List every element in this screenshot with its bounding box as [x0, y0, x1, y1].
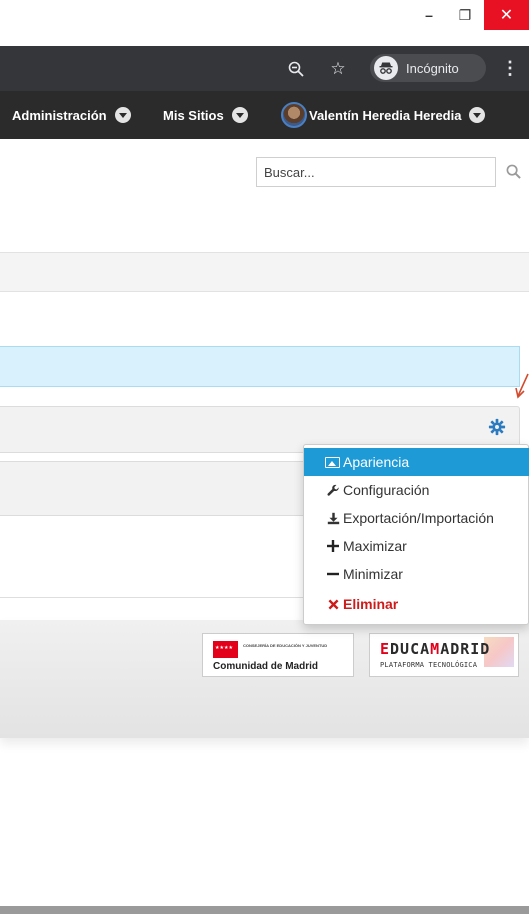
chevron-down-icon — [114, 107, 131, 123]
nav-mis-sitios-label: Mis Sitios — [163, 107, 224, 123]
menu-item-apariencia[interactable]: Apariencia — [304, 448, 529, 476]
annotation-arrow-icon — [515, 373, 529, 399]
close-icon — [325, 599, 341, 610]
minimize-button[interactable]: – — [411, 0, 447, 30]
minus-icon — [325, 568, 341, 580]
menu-item-label: Exportación/Importación — [343, 510, 494, 526]
nav-administracion[interactable]: Administración — [12, 91, 131, 139]
window-titlebar: – ❐ ✕ — [0, 0, 529, 46]
zoom-out-icon[interactable] — [282, 46, 310, 91]
menu-item-configuracion[interactable]: Configuración — [304, 476, 529, 504]
educamadrid-title: EDUCAMADRID — [380, 640, 491, 658]
gear-icon[interactable] — [486, 416, 508, 438]
close-window-button[interactable]: ✕ — [484, 0, 529, 30]
cm-department-text: CONSEJERÍA DE EDUCACIÓN Y JUVENTUD — [243, 643, 328, 648]
madrid-flag-icon — [213, 641, 238, 658]
download-icon — [325, 512, 341, 525]
cm-name-text: Comunidad de Madrid — [213, 661, 318, 672]
wrench-icon — [325, 484, 341, 497]
nav-mis-sitios[interactable]: Mis Sitios — [163, 91, 248, 139]
menu-item-label: Minimizar — [343, 566, 403, 582]
restore-button[interactable]: ❐ — [447, 0, 483, 30]
menu-item-eliminar[interactable]: Eliminar — [304, 590, 529, 618]
image-icon — [325, 456, 340, 468]
search-icon[interactable] — [501, 158, 525, 184]
educamadrid-logo[interactable]: EDUCAMADRID PLATAFORMA TECNOLÓGICA — [369, 633, 519, 677]
incognito-indicator[interactable]: Incógnito — [370, 54, 486, 82]
bookmark-star-icon[interactable]: ☆ — [325, 46, 351, 91]
comunidad-madrid-logo[interactable]: CONSEJERÍA DE EDUCACIÓN Y JUVENTUD Comun… — [202, 633, 354, 677]
incognito-label: Incógnito — [406, 60, 459, 76]
chevron-down-icon — [231, 107, 248, 123]
menu-item-label: Apariencia — [343, 454, 410, 470]
menu-item-label: Eliminar — [343, 596, 399, 612]
menu-item-minimizar[interactable]: Minimizar — [304, 560, 529, 588]
content-header-band — [0, 252, 529, 292]
user-name: Valentín Heredia Heredia — [309, 107, 462, 123]
more-vert-icon[interactable]: ⋮ — [498, 46, 522, 91]
menu-item-label: Maximizar — [343, 538, 407, 554]
nav-user-menu[interactable]: Valentín Heredia Heredia — [281, 91, 486, 139]
chevron-down-icon — [469, 107, 486, 123]
site-navbar: Administración Mis Sitios Valentín Hered… — [0, 91, 529, 139]
nav-administracion-label: Administración — [12, 107, 107, 123]
bottom-strip — [0, 906, 529, 914]
menu-item-label: Configuración — [343, 482, 430, 498]
incognito-icon — [374, 56, 398, 80]
plus-icon — [325, 540, 341, 552]
menu-item-maximizar[interactable]: Maximizar — [304, 532, 529, 560]
search-input[interactable] — [256, 157, 496, 187]
menu-item-exportacion[interactable]: Exportación/Importación — [304, 504, 529, 532]
educamadrid-subtitle: PLATAFORMA TECNOLÓGICA — [380, 661, 478, 669]
info-message-box — [0, 346, 520, 387]
portlet-options-menu: Apariencia Configuración Exportación/Imp… — [303, 444, 529, 625]
browser-toolbar: ☆ Incógnito ⋮ — [0, 46, 529, 91]
avatar — [281, 102, 307, 128]
